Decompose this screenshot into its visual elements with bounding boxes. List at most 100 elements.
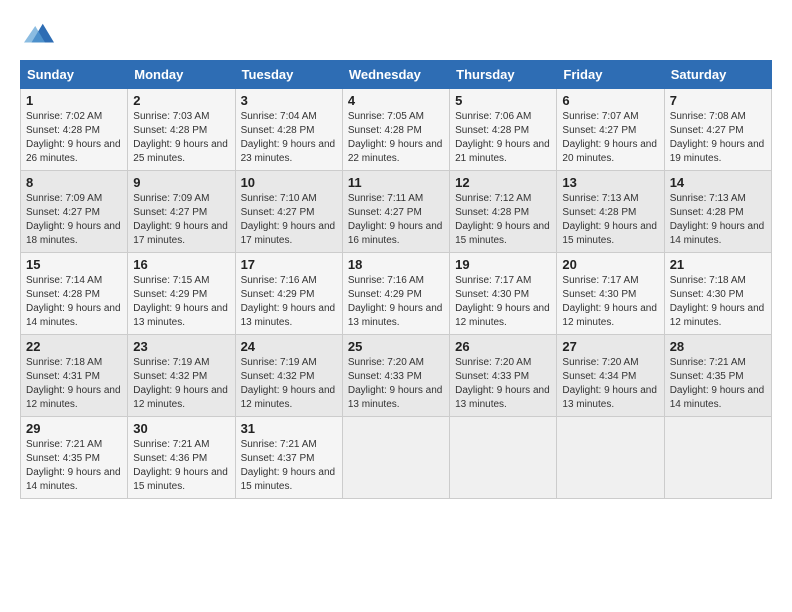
cell-content: Sunrise: 7:11 AM Sunset: 4:27 PM Dayligh… <box>348 192 444 248</box>
day-header-sunday: Sunday <box>21 61 128 89</box>
cell-content: Sunrise: 7:03 AM Sunset: 4:28 PM Dayligh… <box>133 110 229 166</box>
calendar-cell: 7 Sunrise: 7:08 AM Sunset: 4:27 PM Dayli… <box>664 89 771 171</box>
calendar-cell <box>450 417 557 499</box>
cell-content: Sunrise: 7:16 AM Sunset: 4:29 PM Dayligh… <box>348 274 444 330</box>
day-number: 19 <box>455 257 551 272</box>
cell-content: Sunrise: 7:15 AM Sunset: 4:29 PM Dayligh… <box>133 274 229 330</box>
calendar-cell: 2 Sunrise: 7:03 AM Sunset: 4:28 PM Dayli… <box>128 89 235 171</box>
day-number: 1 <box>26 93 122 108</box>
cell-content: Sunrise: 7:20 AM Sunset: 4:33 PM Dayligh… <box>455 356 551 412</box>
calendar-cell: 26 Sunrise: 7:20 AM Sunset: 4:33 PM Dayl… <box>450 335 557 417</box>
cell-content: Sunrise: 7:20 AM Sunset: 4:33 PM Dayligh… <box>348 356 444 412</box>
day-number: 5 <box>455 93 551 108</box>
cell-content: Sunrise: 7:17 AM Sunset: 4:30 PM Dayligh… <box>455 274 551 330</box>
calendar-cell: 11 Sunrise: 7:11 AM Sunset: 4:27 PM Dayl… <box>342 171 449 253</box>
day-number: 13 <box>562 175 658 190</box>
calendar-cell: 3 Sunrise: 7:04 AM Sunset: 4:28 PM Dayli… <box>235 89 342 171</box>
cell-content: Sunrise: 7:12 AM Sunset: 4:28 PM Dayligh… <box>455 192 551 248</box>
cell-content: Sunrise: 7:21 AM Sunset: 4:35 PM Dayligh… <box>670 356 766 412</box>
cell-content: Sunrise: 7:04 AM Sunset: 4:28 PM Dayligh… <box>241 110 337 166</box>
calendar-cell: 13 Sunrise: 7:13 AM Sunset: 4:28 PM Dayl… <box>557 171 664 253</box>
day-number: 7 <box>670 93 766 108</box>
calendar-table: SundayMondayTuesdayWednesdayThursdayFrid… <box>20 60 772 499</box>
day-header-saturday: Saturday <box>664 61 771 89</box>
cell-content: Sunrise: 7:02 AM Sunset: 4:28 PM Dayligh… <box>26 110 122 166</box>
calendar-cell: 19 Sunrise: 7:17 AM Sunset: 4:30 PM Dayl… <box>450 253 557 335</box>
calendar-cell: 12 Sunrise: 7:12 AM Sunset: 4:28 PM Dayl… <box>450 171 557 253</box>
calendar-cell: 6 Sunrise: 7:07 AM Sunset: 4:27 PM Dayli… <box>557 89 664 171</box>
cell-content: Sunrise: 7:21 AM Sunset: 4:36 PM Dayligh… <box>133 438 229 494</box>
day-number: 18 <box>348 257 444 272</box>
day-number: 31 <box>241 421 337 436</box>
calendar-cell: 27 Sunrise: 7:20 AM Sunset: 4:34 PM Dayl… <box>557 335 664 417</box>
day-header-friday: Friday <box>557 61 664 89</box>
day-header-thursday: Thursday <box>450 61 557 89</box>
calendar-cell: 22 Sunrise: 7:18 AM Sunset: 4:31 PM Dayl… <box>21 335 128 417</box>
day-number: 2 <box>133 93 229 108</box>
calendar-cell: 9 Sunrise: 7:09 AM Sunset: 4:27 PM Dayli… <box>128 171 235 253</box>
calendar-cell <box>664 417 771 499</box>
day-number: 25 <box>348 339 444 354</box>
day-number: 8 <box>26 175 122 190</box>
day-number: 12 <box>455 175 551 190</box>
calendar-cell: 10 Sunrise: 7:10 AM Sunset: 4:27 PM Dayl… <box>235 171 342 253</box>
day-number: 6 <box>562 93 658 108</box>
day-number: 16 <box>133 257 229 272</box>
day-number: 11 <box>348 175 444 190</box>
cell-content: Sunrise: 7:18 AM Sunset: 4:30 PM Dayligh… <box>670 274 766 330</box>
day-header-wednesday: Wednesday <box>342 61 449 89</box>
cell-content: Sunrise: 7:18 AM Sunset: 4:31 PM Dayligh… <box>26 356 122 412</box>
cell-content: Sunrise: 7:14 AM Sunset: 4:28 PM Dayligh… <box>26 274 122 330</box>
cell-content: Sunrise: 7:09 AM Sunset: 4:27 PM Dayligh… <box>26 192 122 248</box>
day-number: 10 <box>241 175 337 190</box>
calendar-cell: 28 Sunrise: 7:21 AM Sunset: 4:35 PM Dayl… <box>664 335 771 417</box>
calendar-cell: 23 Sunrise: 7:19 AM Sunset: 4:32 PM Dayl… <box>128 335 235 417</box>
cell-content: Sunrise: 7:20 AM Sunset: 4:34 PM Dayligh… <box>562 356 658 412</box>
calendar-cell: 21 Sunrise: 7:18 AM Sunset: 4:30 PM Dayl… <box>664 253 771 335</box>
logo-icon <box>24 20 54 50</box>
day-number: 28 <box>670 339 766 354</box>
page-header <box>20 20 772 50</box>
cell-content: Sunrise: 7:08 AM Sunset: 4:27 PM Dayligh… <box>670 110 766 166</box>
day-number: 26 <box>455 339 551 354</box>
calendar-cell: 25 Sunrise: 7:20 AM Sunset: 4:33 PM Dayl… <box>342 335 449 417</box>
calendar-cell: 14 Sunrise: 7:13 AM Sunset: 4:28 PM Dayl… <box>664 171 771 253</box>
logo <box>20 20 54 50</box>
day-number: 20 <box>562 257 658 272</box>
day-number: 27 <box>562 339 658 354</box>
cell-content: Sunrise: 7:06 AM Sunset: 4:28 PM Dayligh… <box>455 110 551 166</box>
cell-content: Sunrise: 7:10 AM Sunset: 4:27 PM Dayligh… <box>241 192 337 248</box>
calendar-cell: 16 Sunrise: 7:15 AM Sunset: 4:29 PM Dayl… <box>128 253 235 335</box>
calendar-cell: 15 Sunrise: 7:14 AM Sunset: 4:28 PM Dayl… <box>21 253 128 335</box>
cell-content: Sunrise: 7:19 AM Sunset: 4:32 PM Dayligh… <box>241 356 337 412</box>
cell-content: Sunrise: 7:17 AM Sunset: 4:30 PM Dayligh… <box>562 274 658 330</box>
day-number: 29 <box>26 421 122 436</box>
day-number: 4 <box>348 93 444 108</box>
calendar-cell: 4 Sunrise: 7:05 AM Sunset: 4:28 PM Dayli… <box>342 89 449 171</box>
day-number: 30 <box>133 421 229 436</box>
cell-content: Sunrise: 7:19 AM Sunset: 4:32 PM Dayligh… <box>133 356 229 412</box>
day-header-monday: Monday <box>128 61 235 89</box>
calendar-cell: 29 Sunrise: 7:21 AM Sunset: 4:35 PM Dayl… <box>21 417 128 499</box>
calendar-cell: 17 Sunrise: 7:16 AM Sunset: 4:29 PM Dayl… <box>235 253 342 335</box>
day-number: 3 <box>241 93 337 108</box>
cell-content: Sunrise: 7:07 AM Sunset: 4:27 PM Dayligh… <box>562 110 658 166</box>
calendar-cell: 8 Sunrise: 7:09 AM Sunset: 4:27 PM Dayli… <box>21 171 128 253</box>
cell-content: Sunrise: 7:09 AM Sunset: 4:27 PM Dayligh… <box>133 192 229 248</box>
day-number: 9 <box>133 175 229 190</box>
cell-content: Sunrise: 7:13 AM Sunset: 4:28 PM Dayligh… <box>670 192 766 248</box>
calendar-cell: 24 Sunrise: 7:19 AM Sunset: 4:32 PM Dayl… <box>235 335 342 417</box>
cell-content: Sunrise: 7:21 AM Sunset: 4:35 PM Dayligh… <box>26 438 122 494</box>
cell-content: Sunrise: 7:16 AM Sunset: 4:29 PM Dayligh… <box>241 274 337 330</box>
day-number: 21 <box>670 257 766 272</box>
cell-content: Sunrise: 7:05 AM Sunset: 4:28 PM Dayligh… <box>348 110 444 166</box>
calendar-cell: 18 Sunrise: 7:16 AM Sunset: 4:29 PM Dayl… <box>342 253 449 335</box>
day-header-tuesday: Tuesday <box>235 61 342 89</box>
day-number: 15 <box>26 257 122 272</box>
cell-content: Sunrise: 7:13 AM Sunset: 4:28 PM Dayligh… <box>562 192 658 248</box>
day-number: 17 <box>241 257 337 272</box>
calendar-cell: 1 Sunrise: 7:02 AM Sunset: 4:28 PM Dayli… <box>21 89 128 171</box>
calendar-cell <box>342 417 449 499</box>
calendar-cell: 5 Sunrise: 7:06 AM Sunset: 4:28 PM Dayli… <box>450 89 557 171</box>
cell-content: Sunrise: 7:21 AM Sunset: 4:37 PM Dayligh… <box>241 438 337 494</box>
